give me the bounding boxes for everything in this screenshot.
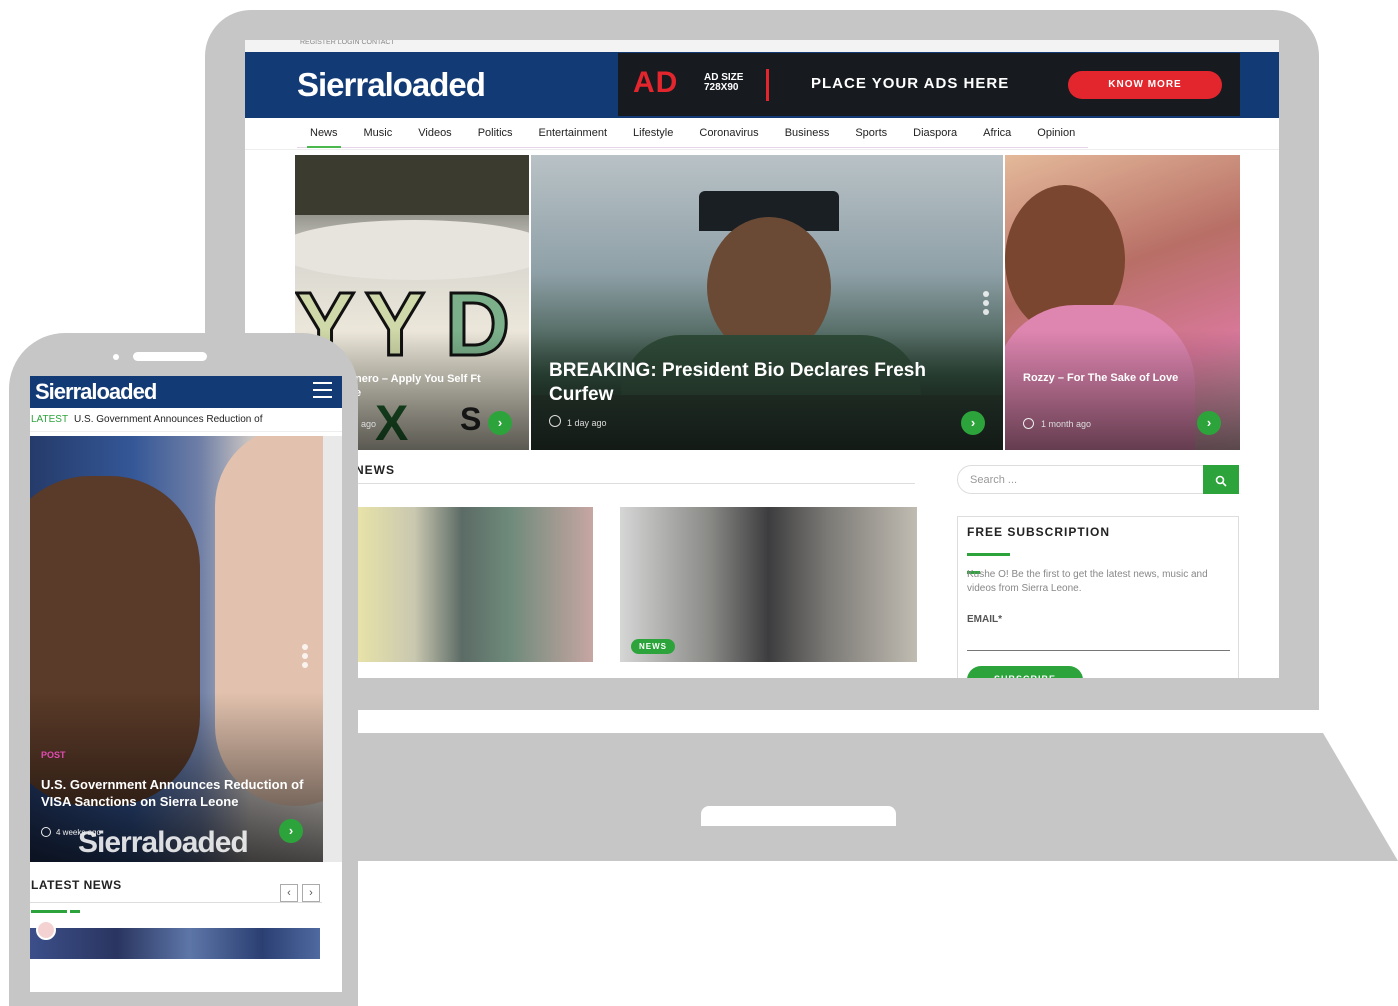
nav-item-entertainment[interactable]: Entertainment bbox=[526, 118, 620, 147]
nav-item-music[interactable]: Music bbox=[351, 118, 406, 147]
ad-banner[interactable]: AD AD SIZE 728X90 PLACE YOUR ADS HERE KN… bbox=[618, 53, 1240, 116]
next-button[interactable]: › bbox=[302, 884, 320, 902]
slide-right-title[interactable]: Rozzy – For The Sake of Love bbox=[1023, 372, 1178, 384]
phone-frame: Sierraloaded LATEST U.S. Government Annou… bbox=[9, 333, 358, 1006]
nav-item-africa[interactable]: Africa bbox=[970, 118, 1024, 147]
latest-news-title: LATEST NEWS bbox=[31, 878, 122, 892]
slide-right[interactable]: Rozzy – For The Sake of Love 1 month ago… bbox=[1005, 155, 1240, 450]
know-more-button[interactable]: KNOW MORE bbox=[1068, 71, 1222, 99]
clock-icon bbox=[41, 827, 51, 837]
email-field[interactable] bbox=[967, 650, 1230, 651]
slider-dot[interactable] bbox=[302, 653, 308, 659]
site-logo[interactable]: Sierraloaded bbox=[297, 62, 486, 108]
mobile-logo[interactable]: Sierraloaded bbox=[35, 379, 157, 405]
slide-left-title[interactable]: nero – Apply You Self Ft bbox=[355, 373, 481, 385]
slide-main[interactable]: BREAKING: President Bio Declares Fresh C… bbox=[531, 155, 1003, 450]
nav-item-videos[interactable]: Videos bbox=[405, 118, 464, 147]
main-nav: News Music Videos Politics Entertainment… bbox=[245, 118, 1279, 150]
nav-item-politics[interactable]: Politics bbox=[465, 118, 526, 147]
subscription-description: Kushe O! Be the first to get the latest … bbox=[967, 569, 1208, 594]
desktop-site: REGISTER LOGIN CONTACT Sierraloaded AD A… bbox=[245, 40, 1279, 678]
hero-go-button[interactable]: › bbox=[279, 819, 303, 843]
mobile-hero[interactable]: POST U.S. Government Announces Reduction… bbox=[30, 436, 323, 862]
slide-right-time: 1 month ago bbox=[1041, 419, 1092, 429]
hero-next-peek bbox=[323, 436, 342, 862]
clock-icon bbox=[549, 415, 561, 427]
hero-time: 4 weeks ago bbox=[56, 828, 101, 837]
ad-divider bbox=[766, 69, 769, 101]
subscription-title: FREE SUBSCRIPTION bbox=[967, 525, 1111, 539]
search-placeholder: Search ... bbox=[970, 474, 1018, 486]
phone-camera bbox=[113, 354, 119, 360]
slide-left-time: ago bbox=[361, 419, 377, 429]
latest-ticker[interactable]: LATEST U.S. Government Announces Reductio… bbox=[30, 408, 342, 432]
search-button[interactable] bbox=[1203, 465, 1239, 494]
mobile-site: Sierraloaded LATEST U.S. Government Annou… bbox=[30, 376, 342, 992]
ticker-label: LATEST bbox=[31, 414, 69, 425]
ticker-text[interactable]: U.S. Government Announces Reduction of bbox=[74, 414, 262, 425]
ad-size: AD SIZE 728X90 bbox=[704, 72, 744, 93]
email-label: EMAIL* bbox=[967, 614, 1002, 625]
nav-item-news[interactable]: News bbox=[297, 118, 351, 148]
notification-bell-icon[interactable] bbox=[36, 920, 56, 940]
nav-item-coronavirus[interactable]: Coronavirus bbox=[686, 118, 771, 147]
ad-place-text: PLACE YOUR ADS HERE bbox=[811, 75, 1010, 92]
nav-item-diaspora[interactable]: Diaspora bbox=[900, 118, 970, 147]
nav-item-business[interactable]: Business bbox=[772, 118, 843, 147]
phone-speaker bbox=[133, 352, 207, 361]
hero-watermark: Sierraloaded bbox=[78, 826, 249, 859]
slider-dots[interactable] bbox=[983, 291, 991, 318]
slider-dot[interactable] bbox=[302, 662, 308, 668]
slide-main-time: 1 day ago bbox=[567, 418, 607, 428]
nav-item-lifestyle[interactable]: Lifestyle bbox=[620, 118, 686, 147]
subscription-box: FREE SUBSCRIPTION Kushe O! Be the first … bbox=[957, 516, 1239, 678]
subscribe-button[interactable]: SUBSCRIBE bbox=[967, 666, 1083, 678]
news-thumb-1[interactable] bbox=[355, 507, 593, 662]
topbar[interactable]: REGISTER LOGIN CONTACT bbox=[245, 40, 1279, 52]
news-badge[interactable]: NEWS bbox=[631, 639, 675, 654]
slide-main-title[interactable]: BREAKING: President Bio Declares Fresh C… bbox=[549, 359, 969, 407]
laptop-base bbox=[245, 733, 1398, 861]
nav-item-sports[interactable]: Sports bbox=[842, 118, 900, 147]
slider-dot[interactable] bbox=[983, 309, 989, 315]
section-divider bbox=[355, 483, 915, 484]
slider-dot[interactable] bbox=[302, 644, 308, 650]
section-title: NEWS bbox=[355, 463, 395, 477]
laptop-base-notch bbox=[701, 806, 896, 826]
site-header: Sierraloaded AD AD SIZE 728X90 PLACE YOU… bbox=[245, 52, 1279, 118]
featured-slider: Y Y D X S nero – Apply You Self Ft e ago… bbox=[295, 155, 1240, 450]
search-input[interactable]: Search ... bbox=[957, 465, 1239, 494]
hamburger-menu-icon[interactable] bbox=[313, 382, 332, 403]
hero-tag[interactable]: POST bbox=[41, 750, 66, 760]
nav-item-opinion[interactable]: Opinion bbox=[1024, 118, 1088, 147]
latest-thumb[interactable] bbox=[30, 928, 320, 959]
search-icon bbox=[1215, 475, 1227, 487]
prev-button[interactable]: ‹ bbox=[280, 884, 298, 902]
ad-word: AD bbox=[633, 66, 679, 99]
hero-title[interactable]: U.S. Government Announces Reduction of V… bbox=[41, 776, 311, 810]
slide-left-go-button[interactable]: › bbox=[488, 411, 512, 435]
hero-dots[interactable] bbox=[302, 644, 308, 671]
slide-right-go-button[interactable]: › bbox=[1197, 411, 1221, 435]
slider-dot[interactable] bbox=[983, 300, 989, 306]
subscription-underline bbox=[967, 543, 1027, 574]
slide-main-go-button[interactable]: › bbox=[961, 411, 985, 435]
clock-icon bbox=[1023, 418, 1034, 429]
slider-dot[interactable] bbox=[983, 291, 989, 297]
mobile-header: Sierraloaded bbox=[30, 376, 342, 408]
latest-underline bbox=[31, 900, 83, 913]
